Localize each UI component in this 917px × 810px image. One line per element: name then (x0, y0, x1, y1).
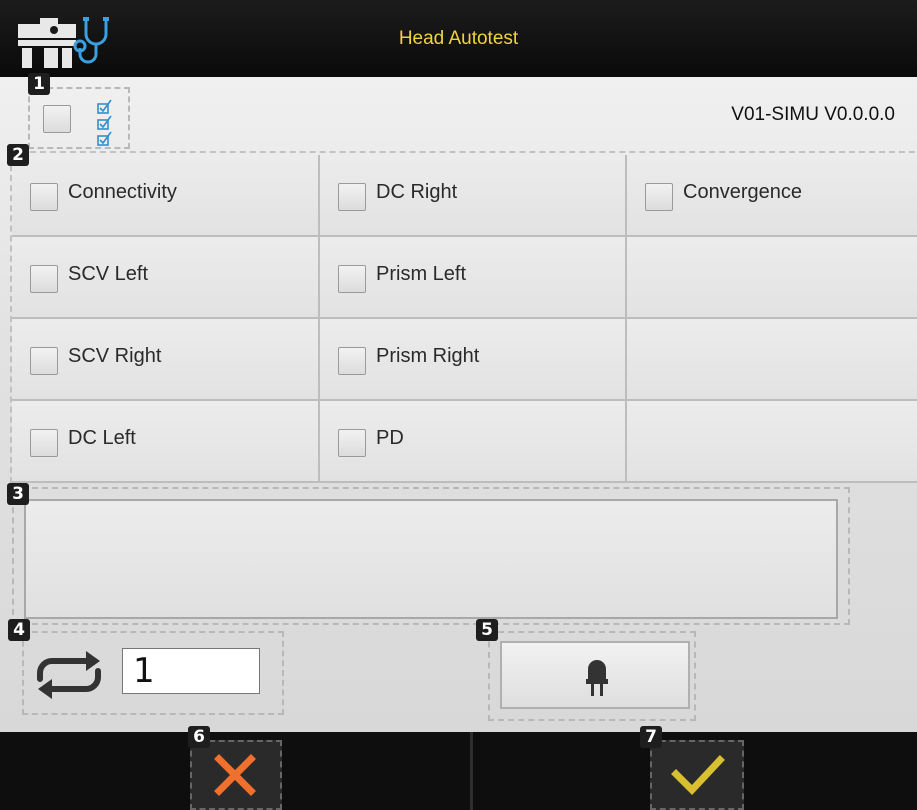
test-label: SCV Left (68, 263, 149, 285)
zone-badge-4: 4 (8, 619, 30, 641)
repeat-icon (37, 651, 101, 699)
test-label: Prism Left (376, 263, 467, 285)
test-cell-scv-right[interactable]: SCV Right (12, 319, 320, 401)
empty-cell (627, 319, 917, 401)
zone-badge-5: 5 (476, 619, 498, 641)
test-cell-dc-left[interactable]: DC Left (12, 401, 320, 483)
led-button[interactable] (500, 641, 690, 709)
version-label: V01-SIMU V0.0.0.0 (731, 104, 895, 125)
test-checkbox[interactable] (30, 429, 58, 457)
test-label: Prism Right (376, 345, 480, 367)
confirm-button[interactable] (650, 740, 744, 810)
test-label: DC Left (68, 427, 136, 449)
test-checkbox[interactable] (338, 265, 366, 293)
test-checkbox[interactable] (338, 347, 366, 375)
zone-badge-1: 1 (28, 73, 50, 95)
select-all-checkbox[interactable] (43, 105, 71, 133)
test-cell-dc-right[interactable]: DC Right (320, 155, 627, 237)
page-title: Head Autotest (398, 28, 519, 49)
content-area: 1 V01-SIMU V0.0.0.0 2 Connectivity DC Ri… (0, 73, 917, 732)
results-zone (12, 487, 850, 625)
test-label: PD (376, 427, 404, 449)
title-bar: Head Autotest (0, 0, 917, 77)
empty-cell (627, 237, 917, 319)
test-checkbox[interactable] (30, 347, 58, 375)
zone-badge-6: 6 (188, 726, 210, 748)
led-icon (586, 660, 608, 696)
test-label: SCV Right (68, 345, 162, 367)
action-bar: 6 7 (0, 726, 917, 810)
zone-badge-3: 3 (7, 483, 29, 505)
test-cell-pd[interactable]: PD (320, 401, 627, 483)
test-cell-scv-left[interactable]: SCV Left (12, 237, 320, 319)
test-checkbox[interactable] (30, 265, 58, 293)
test-label: Connectivity (68, 181, 177, 203)
test-label: Convergence (683, 181, 802, 203)
check-icon (671, 755, 725, 796)
zone-badge-2: 2 (7, 144, 29, 166)
test-cell-prism-right[interactable]: Prism Right (320, 319, 627, 401)
test-label: DC Right (376, 181, 458, 203)
led-zone (488, 631, 696, 721)
test-checkbox[interactable] (645, 183, 673, 211)
test-checkbox[interactable] (338, 183, 366, 211)
test-checkbox[interactable] (30, 183, 58, 211)
test-grid: Connectivity DC Right Convergence SCV Le… (10, 155, 917, 483)
empty-cell (627, 401, 917, 483)
test-checkbox[interactable] (338, 429, 366, 457)
repeat-zone (22, 631, 284, 715)
test-cell-connectivity[interactable]: Connectivity (12, 155, 320, 237)
x-icon (214, 754, 256, 796)
repeat-count-input[interactable] (122, 648, 260, 694)
test-cell-prism-left[interactable]: Prism Left (320, 237, 627, 319)
action-divider (470, 732, 473, 810)
checklist-icon (97, 99, 112, 146)
cancel-button[interactable] (190, 740, 282, 810)
zone-badge-7: 7 (640, 726, 662, 748)
test-cell-convergence[interactable]: Convergence (627, 155, 917, 237)
results-panel (24, 499, 838, 619)
select-all-zone (28, 87, 130, 149)
